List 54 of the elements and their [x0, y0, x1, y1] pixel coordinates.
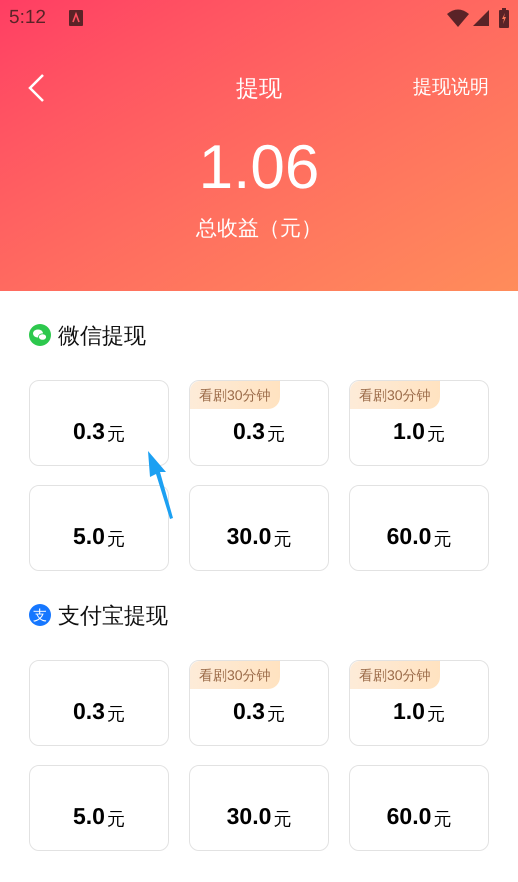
amount-option[interactable]: 0.3 元 — [29, 380, 169, 466]
currency-unit: 元 — [273, 810, 292, 828]
currency-unit: 元 — [273, 530, 292, 548]
amount-value: 1.0 — [393, 700, 425, 723]
task-badge: 看剧30分钟 — [350, 381, 440, 409]
currency-unit: 元 — [106, 810, 125, 828]
amount-value: 5.0 — [73, 525, 105, 548]
amount-option[interactable]: 5.0 元 — [29, 485, 169, 571]
alipay-icon: 支 — [29, 604, 51, 626]
amount-value: 60.0 — [386, 525, 432, 548]
amount-value: 30.0 — [226, 525, 272, 548]
amount-value: 0.3 — [233, 420, 265, 443]
section-title: 微信提现 — [58, 322, 146, 350]
amount-value: 5.0 — [73, 805, 105, 828]
pointer-arrow-icon — [145, 450, 175, 520]
amount-option[interactable]: 60.0 元 — [349, 765, 489, 851]
amount-option[interactable]: 0.3 元 — [29, 660, 169, 746]
currency-unit: 元 — [426, 705, 445, 723]
battery-icon — [499, 8, 509, 28]
currency-unit: 元 — [266, 705, 285, 723]
status-time: 5:12 — [9, 6, 46, 30]
amount-value: 60.0 — [386, 805, 432, 828]
amount-option[interactable]: 看剧30分钟 1.0 元 — [349, 380, 489, 466]
balance-label: 总收益（元） — [196, 216, 322, 242]
notification-icon — [68, 10, 83, 26]
amount-value: 30.0 — [226, 805, 272, 828]
currency-unit: 元 — [433, 810, 452, 828]
back-button[interactable] — [27, 72, 47, 104]
currency-unit: 元 — [433, 530, 452, 548]
amount-option[interactable]: 5.0 元 — [29, 765, 169, 851]
amount-value: 1.0 — [393, 420, 425, 443]
amount-option[interactable]: 看剧30分钟 0.3 元 — [189, 660, 329, 746]
balance-amount: 1.06 — [198, 137, 320, 199]
task-badge: 看剧30分钟 — [350, 661, 440, 689]
amount-value: 0.3 — [73, 420, 105, 443]
amount-value: 0.3 — [233, 700, 265, 723]
wifi-icon — [447, 9, 469, 27]
currency-unit: 元 — [106, 530, 125, 548]
amount-option[interactable]: 看剧30分钟 0.3 元 — [189, 380, 329, 466]
amount-value: 0.3 — [73, 700, 105, 723]
task-badge: 看剧30分钟 — [190, 381, 280, 409]
currency-unit: 元 — [426, 425, 445, 443]
chat-bubbles-icon — [29, 324, 51, 346]
amount-option[interactable]: 30.0 元 — [189, 485, 329, 571]
page-title: 提现 — [236, 74, 282, 103]
currency-unit: 元 — [266, 425, 285, 443]
signal-icon — [473, 10, 489, 26]
currency-unit: 元 — [106, 705, 125, 723]
task-badge: 看剧30分钟 — [190, 661, 280, 689]
section-title: 支付宝提现 — [58, 602, 168, 630]
amount-option[interactable]: 60.0 元 — [349, 485, 489, 571]
amount-option[interactable]: 看剧30分钟 1.0 元 — [349, 660, 489, 746]
currency-unit: 元 — [106, 425, 125, 443]
amount-option[interactable]: 30.0 元 — [189, 765, 329, 851]
